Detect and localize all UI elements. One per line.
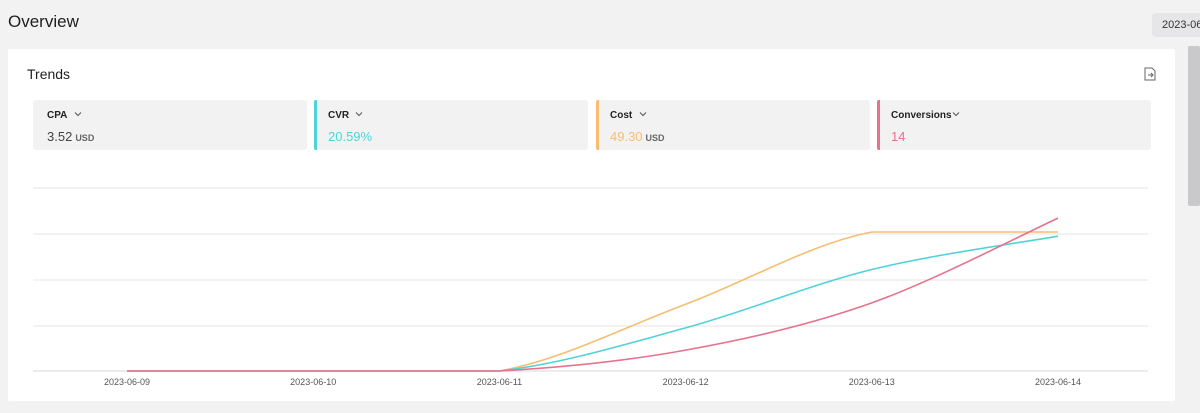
trends-card: Trends CPA 3.52 USD CVR 20.59% Cost 49.3…	[8, 49, 1175, 401]
x-tick-label: 2023-06-12	[663, 377, 709, 387]
x-tick-label: 2023-06-14	[1035, 377, 1081, 387]
series-line	[127, 231, 1058, 372]
x-tick-label: 2023-06-09	[104, 377, 150, 387]
x-tick-label: 2023-06-11	[477, 377, 522, 387]
scrollbar-thumb[interactable]	[1188, 46, 1200, 206]
trend-chart: 2023-06-09 2023-06-10 2023-06-11 2023-06-12…	[33, 187, 1148, 387]
page-title: Overview	[8, 12, 79, 31]
date-range-picker[interactable]: 2023-06-08 ~ 2023-06-14	[1152, 13, 1200, 37]
series-line	[127, 235, 1059, 372]
series-line	[127, 217, 1059, 372]
x-tick-label: 2023-06-13	[849, 377, 895, 387]
x-tick-label: 2023-06-10	[290, 377, 336, 387]
